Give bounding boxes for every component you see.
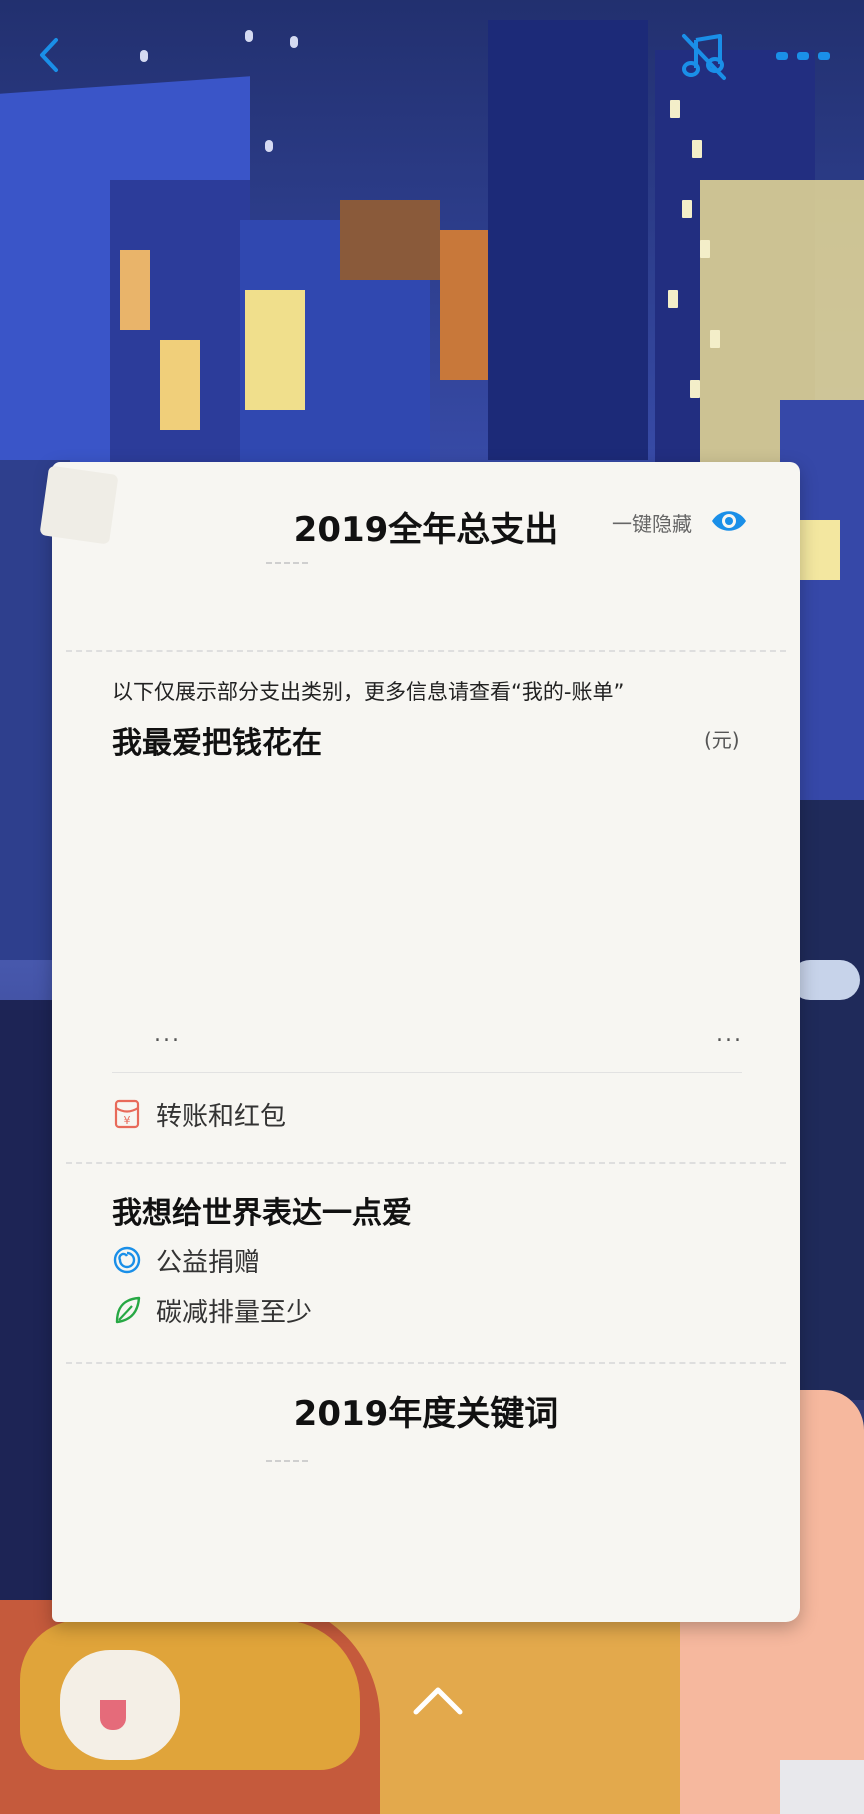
annual-bill-card: 2019全年总支出 一键隐藏 以下仅展示部分支出类别，更多信息请查看“我的-账单…	[52, 462, 800, 1622]
carbon-reduction-item[interactable]: 碳减排量至少	[112, 1290, 312, 1330]
section-divider	[66, 1162, 786, 1164]
music-button[interactable]	[676, 28, 732, 84]
chevron-left-icon	[40, 38, 58, 72]
scroll-up-button[interactable]	[408, 1680, 468, 1720]
keywords-title: 2019年度关键词	[293, 1394, 559, 1434]
charity-swirl-icon	[112, 1245, 142, 1275]
hide-amounts-link[interactable]: 一键隐藏	[612, 508, 692, 537]
svg-text:¥: ¥	[124, 1114, 131, 1127]
category-label: 转账和红包	[156, 1101, 287, 1132]
chevron-up-icon	[413, 1687, 463, 1715]
leaf-icon	[112, 1295, 142, 1325]
ellipsis-left: ...	[154, 1022, 181, 1047]
item-label: 公益捐赠	[156, 1247, 261, 1278]
item-label: 碳减排量至少	[156, 1297, 313, 1328]
section-divider	[66, 650, 786, 652]
spending-note: 以下仅展示部分支出类别，更多信息请查看“我的-账单”	[112, 680, 625, 704]
back-button[interactable]	[30, 30, 70, 80]
eye-icon[interactable]	[710, 506, 748, 536]
section-divider	[66, 1362, 786, 1364]
spending-heading: 我最爱把钱花在	[112, 726, 322, 761]
divider	[112, 1072, 742, 1073]
unit-label: (元)	[704, 728, 740, 752]
category-transfer-red-envelope[interactable]: ¥ 转账和红包	[112, 1094, 286, 1134]
red-envelope-icon: ¥	[112, 1099, 142, 1129]
charity-donation-item[interactable]: 公益捐赠	[112, 1240, 260, 1280]
title-divider	[266, 562, 308, 566]
more-button[interactable]	[772, 36, 834, 76]
more-dots-icon	[776, 52, 830, 60]
music-note-icon	[682, 34, 726, 80]
ellipsis-right: ...	[716, 1022, 743, 1047]
love-heading: 我想给世界表达一点爱	[112, 1196, 412, 1231]
top-bar	[0, 0, 864, 110]
keywords-divider	[266, 1460, 308, 1464]
